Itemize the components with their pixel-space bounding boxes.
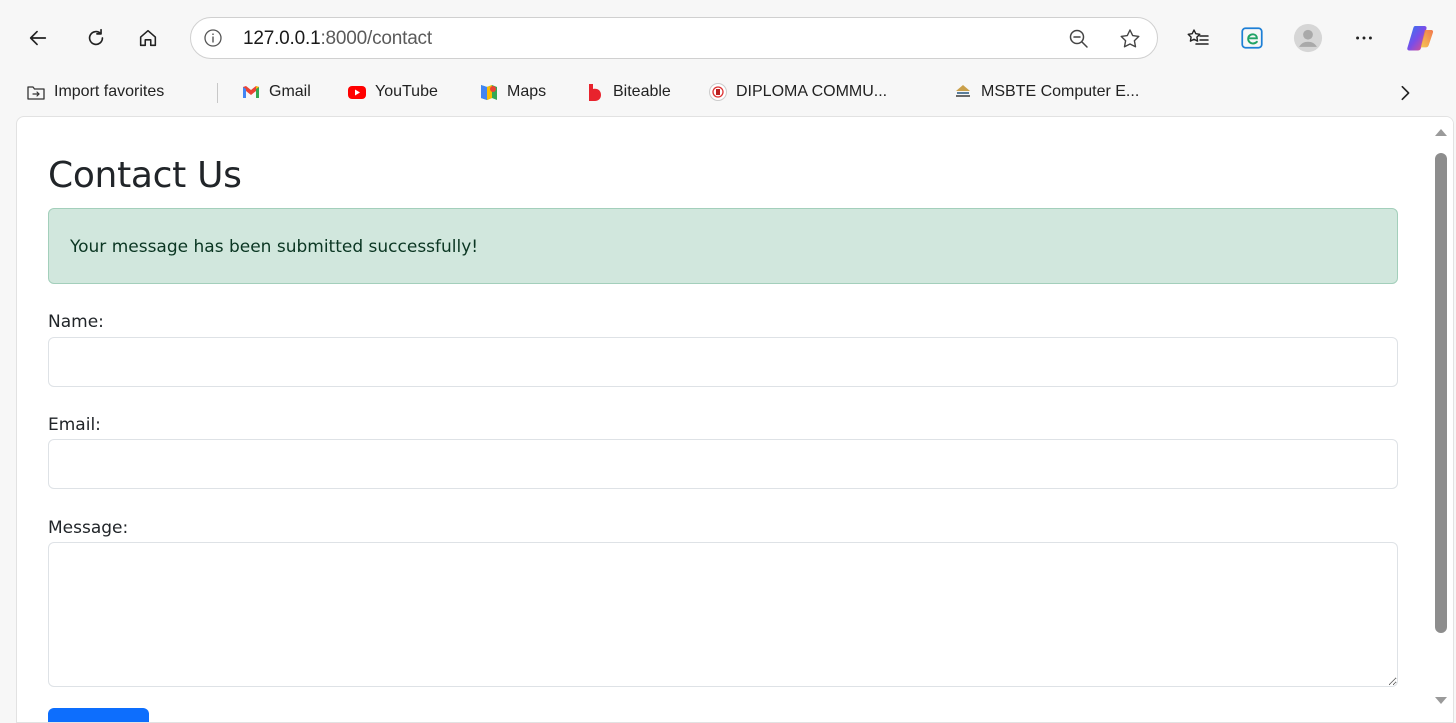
youtube-icon: [348, 86, 366, 99]
favorites-list-icon: [1187, 29, 1209, 45]
web-page: Contact Us Your message has been submitt…: [16, 116, 1454, 723]
copilot-button[interactable]: [1404, 22, 1436, 54]
more-options-icon: [1356, 36, 1372, 40]
url-path: :8000/contact: [320, 28, 432, 49]
favorite-label: DIPLOMA COMMU...: [736, 83, 888, 100]
submit-button[interactable]: [48, 708, 149, 722]
favorite-diploma[interactable]: DIPLOMA COMMU...: [708, 78, 887, 106]
alert-message: Your message has been submitted successf…: [70, 237, 479, 257]
refresh-icon: [88, 28, 104, 46]
favorites-divider: [217, 83, 218, 103]
favorite-label: YouTube: [375, 83, 438, 100]
vertical-scrollbar[interactable]: [1429, 117, 1453, 722]
chevron-right-icon: [1401, 85, 1410, 101]
email-label: Email:: [48, 415, 101, 435]
zoom-out-icon[interactable]: [1067, 27, 1091, 51]
favorites-button[interactable]: [1182, 22, 1214, 54]
back-arrow-icon: [29, 30, 47, 46]
scrollbar-thumb[interactable]: [1435, 153, 1447, 633]
import-icon: [27, 86, 45, 100]
favorite-msbte[interactable]: MSBTE Computer E...: [953, 78, 1139, 106]
favorite-import[interactable]: Import favorites: [26, 78, 164, 106]
favorites-overflow-button[interactable]: [1390, 78, 1420, 108]
scroll-down-arrow[interactable]: [1435, 697, 1447, 704]
star-icon[interactable]: [1118, 27, 1142, 51]
name-label: Name:: [48, 312, 104, 332]
info-icon[interactable]: [203, 28, 223, 48]
scroll-up-arrow[interactable]: [1435, 129, 1447, 136]
refresh-button[interactable]: [80, 22, 112, 54]
message-label: Message:: [48, 518, 129, 538]
favorite-label: Gmail: [269, 83, 311, 100]
message-textarea[interactable]: [48, 542, 1398, 687]
home-icon: [139, 29, 157, 47]
page-content: Contact Us Your message has been submitt…: [17, 117, 1429, 722]
biteable-icon: [589, 84, 601, 101]
msbte-icon: [956, 85, 970, 97]
more-options-button[interactable]: [1348, 22, 1380, 54]
favorite-gmail[interactable]: Gmail: [241, 78, 311, 106]
page-title: Contact Us: [48, 155, 242, 196]
maps-icon: [481, 85, 497, 100]
favorite-label: Import favorites: [54, 83, 165, 100]
favorite-maps[interactable]: Maps: [479, 78, 546, 106]
copilot-icon: [1407, 26, 1434, 51]
success-alert: Your message has been submitted successf…: [48, 208, 1398, 284]
home-button[interactable]: [132, 22, 164, 54]
favorite-label: Maps: [507, 83, 547, 100]
profile-button[interactable]: [1292, 22, 1324, 54]
gmail-icon: [243, 86, 259, 98]
favorite-label: Biteable: [613, 83, 671, 100]
url-text[interactable]: 127.0.0.1:8000/contact: [243, 28, 432, 50]
email-input[interactable]: [48, 439, 1398, 489]
name-input[interactable]: [48, 337, 1398, 387]
back-button[interactable]: [22, 22, 54, 54]
url-host: 127.0.0.1: [243, 28, 321, 49]
diploma-icon: [709, 83, 727, 101]
favorite-youtube[interactable]: YouTube: [347, 78, 438, 106]
favorite-label: MSBTE Computer E...: [981, 83, 1140, 100]
address-bar[interactable]: 127.0.0.1:8000/contact: [190, 17, 1158, 59]
browser-toolbar: 127.0.0.1:8000/contact: [0, 0, 1456, 75]
profile-avatar-icon: [1293, 23, 1323, 53]
collections-button[interactable]: [1236, 22, 1268, 54]
favorite-biteable[interactable]: Biteable: [585, 78, 671, 106]
edge-icon: [1241, 27, 1263, 49]
